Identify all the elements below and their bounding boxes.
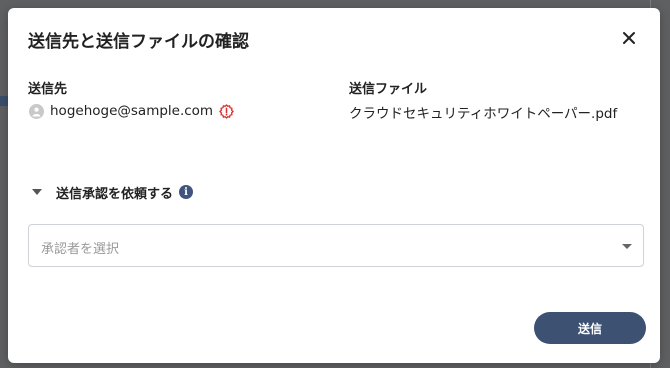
recipient-email: hogehoge@sample.com bbox=[50, 103, 214, 119]
close-button[interactable] bbox=[618, 27, 640, 49]
recipient-item: hogehoge@sample.com bbox=[29, 101, 235, 121]
send-button[interactable]: 送信 bbox=[534, 312, 646, 344]
chevron-down-icon bbox=[622, 244, 632, 249]
modal-backdrop[interactable]: 送信先と送信ファイルの確認 送信先 送信ファイル hogehoge@sample… bbox=[0, 0, 670, 368]
close-icon bbox=[623, 32, 635, 44]
approval-request-toggle[interactable]: 送信承認を依頼する i bbox=[32, 183, 194, 202]
caret-down-icon bbox=[32, 189, 42, 195]
file-name: クラウドセキュリティホワイトペーパー.pdf bbox=[349, 106, 618, 122]
person-icon bbox=[29, 103, 44, 119]
approver-select[interactable]: 承認者を選択 bbox=[28, 224, 644, 267]
dialog-title: 送信先と送信ファイルの確認 bbox=[28, 32, 249, 52]
approval-request-label: 送信承認を依頼する bbox=[56, 186, 174, 202]
warning-icon bbox=[219, 103, 235, 119]
info-icon[interactable]: i bbox=[179, 185, 194, 199]
confirm-send-dialog: 送信先と送信ファイルの確認 送信先 送信ファイル hogehoge@sample… bbox=[8, 8, 660, 363]
files-label: 送信ファイル bbox=[349, 82, 428, 97]
approver-select-placeholder: 承認者を選択 bbox=[41, 242, 120, 257]
recipients-label: 送信先 bbox=[28, 82, 68, 97]
